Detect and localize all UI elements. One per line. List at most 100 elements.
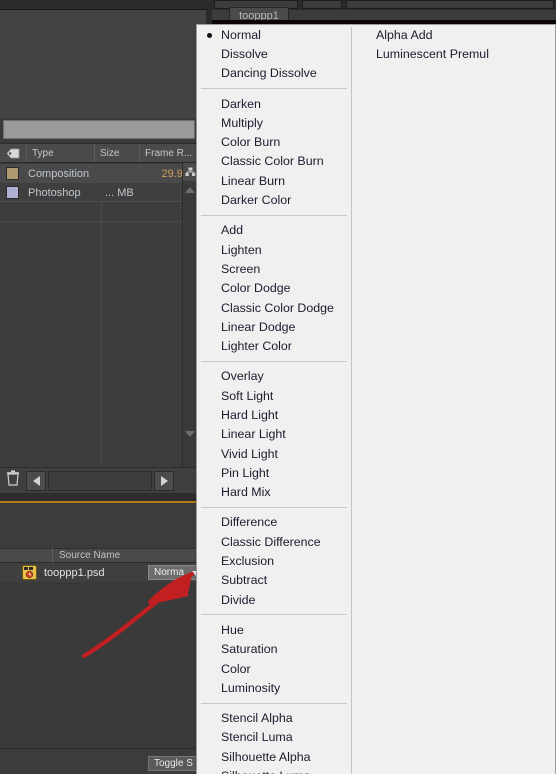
menu-item-hard-light[interactable]: Hard Light: [197, 405, 351, 424]
blending-mode-menu[interactable]: Normal Dissolve Dancing Dissolve Darken Mult…: [196, 24, 556, 774]
menu-item-label: Classic Difference: [221, 534, 321, 549]
menu-item-label: Hard Light: [221, 407, 279, 422]
menu-item-lighten[interactable]: Lighten: [197, 240, 351, 259]
menu-column-divider: [351, 27, 352, 774]
menu-item-pin-light[interactable]: Pin Light: [197, 463, 351, 482]
project-search-input[interactable]: [3, 120, 195, 139]
menu-item-label: Color: [221, 661, 251, 676]
menu-item-classic-color-burn[interactable]: Classic Color Burn: [197, 152, 351, 171]
menu-item-label: Exclusion: [221, 554, 275, 569]
blending-mode-value: Norma: [154, 567, 185, 578]
menu-item-label: Stencil Alpha: [221, 711, 293, 726]
menu-separator: [201, 360, 347, 362]
menu-item-subtract[interactable]: Subtract: [197, 571, 351, 590]
menu-item-label: Luminosity: [221, 680, 281, 695]
menu-item-label: Alpha Add: [376, 27, 433, 42]
menu-item-color-dodge[interactable]: Color Dodge: [197, 279, 351, 298]
menu-item-linear-burn[interactable]: Linear Burn: [197, 171, 351, 190]
menu-separator: [201, 702, 347, 704]
menu-item-luminosity[interactable]: Luminosity: [197, 678, 351, 697]
menu-item-hue[interactable]: Hue: [197, 620, 351, 639]
menu-item-darker-color[interactable]: Darker Color: [197, 190, 351, 209]
menu-separator: [201, 214, 347, 216]
menu-separator: [201, 87, 347, 89]
menu-item-stencil-luma[interactable]: Stencil Luma: [197, 728, 351, 747]
menu-item-label: Color Dodge: [221, 281, 291, 296]
project-column-size[interactable]: Size: [94, 144, 139, 162]
menu-item-label: Darken: [221, 96, 261, 111]
menu-item-label: Lighten: [221, 242, 262, 257]
project-footer-toolbar: [0, 467, 196, 493]
menu-item-saturation[interactable]: Saturation: [197, 640, 351, 659]
menu-item-label: Pin Light: [221, 465, 270, 480]
viewer-minitab-c[interactable]: [346, 0, 554, 9]
menu-item-label: Lighter Color: [221, 339, 292, 354]
project-column-framerate[interactable]: Frame R...: [139, 144, 196, 162]
menu-item-vivid-light[interactable]: Vivid Light: [197, 444, 351, 463]
project-row-photoshop[interactable]: Photoshop ... MB: [0, 183, 196, 202]
menu-item-label: Overlay: [221, 369, 264, 384]
menu-item-label: Normal: [221, 27, 261, 42]
project-column-type-label: Type: [32, 147, 54, 159]
menu-item-exclusion[interactable]: Exclusion: [197, 551, 351, 570]
toggle-switches-modes-label: Toggle S: [154, 758, 193, 769]
project-column-framerate-label: Frame R...: [145, 147, 193, 159]
project-nav-field[interactable]: [48, 470, 152, 491]
menu-item-label: Silhouette Alpha: [221, 749, 311, 764]
menu-item-stencil-alpha[interactable]: Stencil Alpha: [197, 709, 351, 728]
project-scrollbar-column[interactable]: [182, 163, 197, 467]
menu-item-darken[interactable]: Darken: [197, 94, 351, 113]
project-prev-button[interactable]: [26, 470, 46, 491]
project-next-button[interactable]: [154, 470, 174, 491]
menu-column-left: Normal Dissolve Dancing Dissolve Darken Mult…: [197, 25, 351, 774]
menu-item-silhouette-alpha[interactable]: Silhouette Alpha: [197, 747, 351, 766]
project-list-body[interactable]: [0, 201, 196, 468]
menu-item-label: Add: [221, 223, 244, 238]
menu-item-difference[interactable]: Difference: [197, 513, 351, 532]
project-row-composition[interactable]: Composition 29.97: [0, 164, 196, 183]
project-column-type[interactable]: Type: [26, 144, 94, 162]
menu-item-normal[interactable]: Normal: [197, 25, 351, 44]
menu-item-classic-color-dodge[interactable]: Classic Color Dodge: [197, 298, 351, 317]
menu-item-label: Linear Dodge: [221, 319, 296, 334]
menu-item-dissolve[interactable]: Dissolve: [197, 44, 351, 63]
menu-item-soft-light[interactable]: Soft Light: [197, 386, 351, 405]
menu-item-classic-difference[interactable]: Classic Difference: [197, 532, 351, 551]
menu-item-label: Linear Light: [221, 427, 286, 442]
menu-item-label: Saturation: [221, 642, 278, 657]
menu-item-luminescent-premul[interactable]: Luminescent Premul: [352, 44, 556, 63]
menu-item-linear-light[interactable]: Linear Light: [197, 425, 351, 444]
menu-item-label: Subtract: [221, 573, 268, 588]
menu-separator: [201, 506, 347, 508]
project-column-tag[interactable]: [0, 144, 26, 162]
menu-item-color-burn[interactable]: Color Burn: [197, 132, 351, 151]
menu-item-silhouette-luma[interactable]: Silhouette Luma: [197, 766, 351, 774]
menu-item-alpha-add[interactable]: Alpha Add: [352, 25, 556, 44]
menu-item-lighter-color[interactable]: Lighter Color: [197, 336, 351, 355]
menu-item-multiply[interactable]: Multiply: [197, 113, 351, 132]
menu-item-add[interactable]: Add: [197, 221, 351, 240]
menu-item-divide[interactable]: Divide: [197, 590, 351, 609]
menu-item-label: Vivid Light: [221, 446, 278, 461]
flowchart-icon[interactable]: [183, 163, 197, 181]
project-body-column-divider: [101, 202, 102, 468]
menu-item-label: Hard Mix: [221, 485, 271, 500]
menu-item-label: Classic Color Dodge: [221, 300, 334, 315]
menu-separator: [201, 614, 347, 616]
menu-item-linear-dodge[interactable]: Linear Dodge: [197, 317, 351, 336]
scroll-down-arrow-icon[interactable]: [185, 431, 195, 437]
scroll-up-arrow-icon[interactable]: [185, 187, 195, 193]
project-panel-tabbar: [0, 0, 212, 10]
menu-item-color[interactable]: Color: [197, 659, 351, 678]
menu-item-label: Linear Burn: [221, 173, 286, 188]
menu-item-screen[interactable]: Screen: [197, 259, 351, 278]
psd-layer-icon: [22, 565, 37, 580]
menu-item-hard-mix[interactable]: Hard Mix: [197, 483, 351, 502]
viewer-minitab-b[interactable]: [302, 0, 342, 9]
menu-item-dancing-dissolve[interactable]: Dancing Dissolve: [197, 64, 351, 83]
menu-item-label: Classic Color Burn: [221, 154, 324, 169]
menu-item-overlay[interactable]: Overlay: [197, 367, 351, 386]
trash-icon[interactable]: [6, 470, 20, 491]
timeline-column-source-name[interactable]: Source Name: [53, 550, 126, 561]
menu-item-label: Soft Light: [221, 388, 274, 403]
